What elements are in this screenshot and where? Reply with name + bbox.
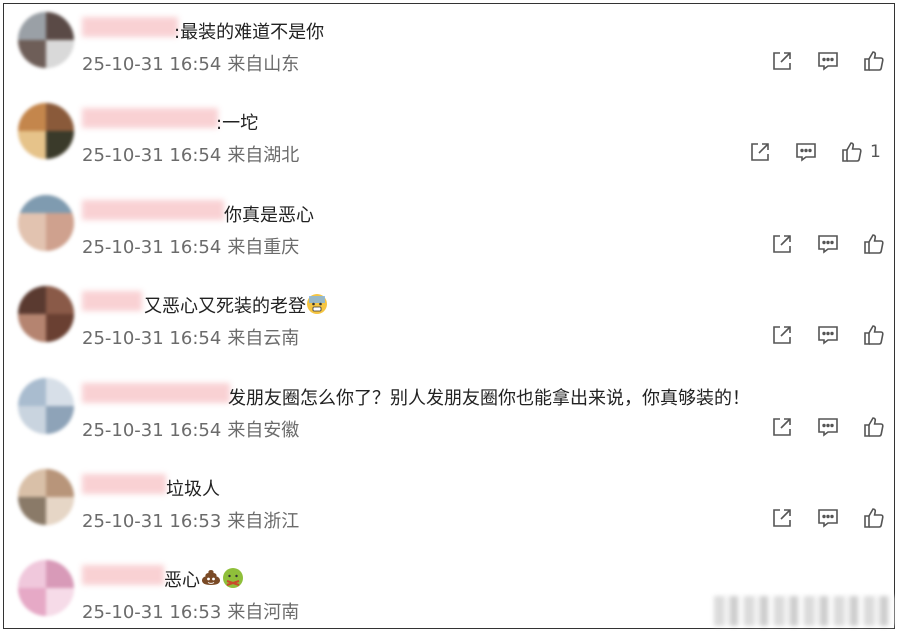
comment-text: 垃圾人 bbox=[166, 479, 220, 500]
share-icon[interactable] bbox=[770, 232, 794, 256]
avatar[interactable] bbox=[18, 286, 74, 342]
avatar[interactable] bbox=[18, 103, 74, 159]
comment-location: 来自湖北 bbox=[227, 145, 300, 166]
comment-item: 你真是恶心 25-10-31 16:54 来自重庆 bbox=[4, 187, 894, 278]
comment-icon[interactable] bbox=[816, 506, 840, 530]
comment-meta: 25-10-31 16:54 来自安徽 bbox=[82, 416, 299, 442]
comment-item: :最装的难道不是你 25-10-31 16:54 来自山东 bbox=[4, 4, 894, 95]
comment-item: 又恶心又死装的老登 25-10-31 16:54 来自云南 bbox=[4, 278, 894, 369]
comment-text-body: 恶心 bbox=[164, 570, 200, 591]
username-redacted[interactable] bbox=[82, 108, 218, 128]
comment-location: 来自河南 bbox=[227, 602, 300, 623]
comment-text: 恶心 bbox=[164, 566, 244, 594]
comment-text: :最装的难道不是你 bbox=[174, 22, 325, 43]
username-redacted[interactable] bbox=[82, 383, 230, 403]
comment-icon[interactable] bbox=[816, 49, 840, 73]
username-redacted[interactable] bbox=[82, 200, 224, 220]
comment-list: :最装的难道不是你 25-10-31 16:54 来自山东 :一坨 25-10-3… bbox=[3, 3, 895, 629]
avatar[interactable] bbox=[18, 12, 74, 68]
thumbs-up-icon[interactable] bbox=[862, 415, 886, 439]
share-icon[interactable] bbox=[770, 49, 794, 73]
comment-meta: 25-10-31 16:54 来自重庆 bbox=[82, 233, 299, 259]
watermark-redacted bbox=[714, 596, 894, 626]
share-icon[interactable] bbox=[748, 140, 772, 164]
poop-emoji bbox=[200, 567, 222, 594]
share-icon[interactable] bbox=[770, 506, 794, 530]
comment-location: 来自山东 bbox=[227, 54, 300, 75]
comment-time: 25-10-31 16:53 bbox=[82, 511, 222, 532]
share-icon[interactable] bbox=[770, 323, 794, 347]
comment-item: 发朋友圈怎么你了？别人发朋友圈你也能拿出来说，你真够装的！ 25-10-31 1… bbox=[4, 370, 894, 461]
comment-location: 来自安徽 bbox=[227, 420, 300, 441]
username-redacted[interactable] bbox=[82, 291, 142, 311]
comment-time: 25-10-31 16:54 bbox=[82, 420, 222, 441]
thumbs-up-icon[interactable] bbox=[862, 232, 886, 256]
comment-meta: 25-10-31 16:53 来自河南 bbox=[82, 598, 299, 624]
avatar[interactable] bbox=[18, 378, 74, 434]
comment-meta: 25-10-31 16:54 来自云南 bbox=[82, 324, 299, 350]
comment-location: 来自重庆 bbox=[227, 237, 300, 258]
comment-meta: 25-10-31 16:54 来自山东 bbox=[82, 50, 299, 76]
thumbs-up-icon[interactable] bbox=[862, 506, 886, 530]
avatar[interactable] bbox=[18, 195, 74, 251]
username-redacted[interactable] bbox=[82, 565, 164, 585]
username-redacted[interactable] bbox=[82, 474, 166, 494]
thumbs-up-icon[interactable] bbox=[840, 140, 864, 164]
comment-time: 25-10-31 16:54 bbox=[82, 145, 222, 166]
comment-location: 来自云南 bbox=[227, 328, 300, 349]
comment-text: 发朋友圈怎么你了？别人发朋友圈你也能拿出来说，你真够装的！ bbox=[228, 388, 750, 409]
avatar[interactable] bbox=[18, 469, 74, 525]
comment-icon[interactable] bbox=[816, 415, 840, 439]
comment-time: 25-10-31 16:54 bbox=[82, 328, 222, 349]
comment-item: :一坨 25-10-31 16:54 来自湖北 1 bbox=[4, 95, 894, 186]
comment-item: 垃圾人 25-10-31 16:53 来自浙江 bbox=[4, 461, 894, 552]
comment-location: 来自浙江 bbox=[227, 511, 300, 532]
like-count: 1 bbox=[870, 142, 881, 162]
share-icon[interactable] bbox=[770, 415, 794, 439]
comment-text: 又恶心又死装的老登 bbox=[144, 292, 328, 320]
comment-time: 25-10-31 16:54 bbox=[82, 237, 222, 258]
comment-meta: 25-10-31 16:54 来自湖北 bbox=[82, 141, 299, 167]
comment-text-body: 又恶心又死装的老登 bbox=[144, 296, 306, 317]
comment-text: 你真是恶心 bbox=[224, 205, 314, 226]
anxious-face-emoji bbox=[306, 293, 328, 320]
comment-icon[interactable] bbox=[816, 323, 840, 347]
comment-icon[interactable] bbox=[794, 140, 818, 164]
comment-text: :一坨 bbox=[216, 113, 259, 134]
nauseated-face-emoji bbox=[222, 567, 244, 594]
comment-meta: 25-10-31 16:53 来自浙江 bbox=[82, 507, 299, 533]
comment-time: 25-10-31 16:53 bbox=[82, 602, 222, 623]
username-redacted[interactable] bbox=[82, 17, 178, 37]
avatar[interactable] bbox=[18, 560, 74, 616]
comment-icon[interactable] bbox=[816, 232, 840, 256]
thumbs-up-icon[interactable] bbox=[862, 323, 886, 347]
thumbs-up-icon[interactable] bbox=[862, 49, 886, 73]
comment-time: 25-10-31 16:54 bbox=[82, 54, 222, 75]
